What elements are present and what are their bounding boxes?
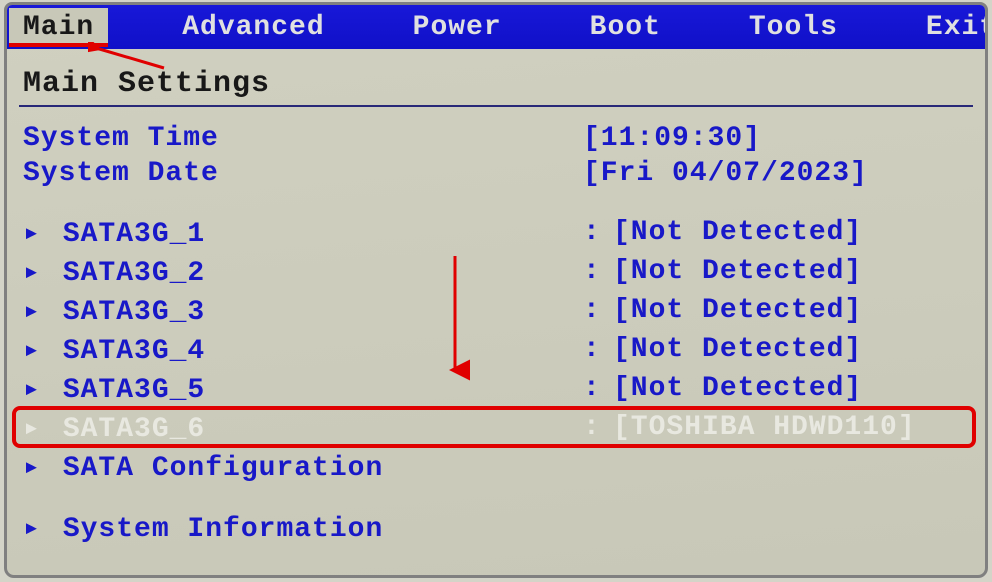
sata-port-row[interactable]: ▸ SATA3G_2 : [Not Detected] [17,252,975,291]
menu-bar: Main Advanced Power Boot Tools Exit [7,5,985,49]
submenu-arrow-icon: ▸ [23,371,45,406]
menu-exit[interactable]: Exit [912,8,988,47]
sata-port-label: SATA3G_2 [63,258,205,289]
sata-port-label: SATA3G_4 [63,336,205,367]
sata-port-value: [Not Detected] [613,373,969,404]
menu-tools[interactable]: Tools [735,8,852,47]
menu-boot[interactable]: Boot [576,8,675,47]
separator: : [583,412,613,443]
separator: : [583,295,613,326]
submenu-arrow-icon: ▸ [23,449,45,484]
bios-screen: Main Advanced Power Boot Tools Exit Main… [4,2,988,578]
system-time-row[interactable]: System Time [11:09:30] [17,121,975,156]
separator: : [583,373,613,404]
sata-port-value: [Not Detected] [613,295,969,326]
sata-port-label: SATA3G_6 [63,414,205,445]
system-information-label: System Information [63,514,383,545]
system-date-row[interactable]: System Date [Fri 04/07/2023] [17,156,975,191]
system-date-label: System Date [23,158,583,189]
page-title: Main Settings [17,67,975,101]
separator: : [583,334,613,365]
menu-advanced[interactable]: Advanced [168,8,338,47]
sata-port-row[interactable]: ▸ SATA3G_4 : [Not Detected] [17,330,975,369]
sata-port-value: [Not Detected] [613,217,969,248]
sata-port-value: [TOSHIBA HDWD110] [613,412,969,443]
sata-port-value: [Not Detected] [613,256,969,287]
menu-main[interactable]: Main [9,8,108,47]
system-time-label: System Time [23,123,583,154]
system-date-value[interactable]: [Fri 04/07/2023] [583,158,969,189]
sata-configuration-label: SATA Configuration [63,453,383,484]
submenu-arrow-icon: ▸ [23,293,45,328]
content-area: Main Settings System Time [11:09:30] Sys… [7,49,985,547]
menu-power[interactable]: Power [399,8,516,47]
sata-port-row-selected[interactable]: ▸ SATA3G_6 : [TOSHIBA HDWD110] [17,408,975,447]
submenu-arrow-icon: ▸ [23,332,45,367]
submenu-arrow-icon: ▸ [23,254,45,289]
system-time-value[interactable]: [11:09:30] [583,123,969,154]
divider [19,105,973,107]
sata-port-row[interactable]: ▸ SATA3G_5 : [Not Detected] [17,369,975,408]
separator: : [583,217,613,248]
submenu-arrow-icon: ▸ [23,215,45,250]
sata-port-row[interactable]: ▸ SATA3G_1 : [Not Detected] [17,213,975,252]
submenu-arrow-icon: ▸ [23,510,45,545]
sata-port-label: SATA3G_5 [63,375,205,406]
sata-port-label: SATA3G_3 [63,297,205,328]
sata-port-label: SATA3G_1 [63,219,205,250]
sata-configuration-row[interactable]: ▸ SATA Configuration [17,447,975,486]
sata-port-value: [Not Detected] [613,334,969,365]
submenu-arrow-icon: ▸ [23,410,45,445]
sata-port-row[interactable]: ▸ SATA3G_3 : [Not Detected] [17,291,975,330]
system-information-row[interactable]: ▸ System Information [17,508,975,547]
separator: : [583,256,613,287]
